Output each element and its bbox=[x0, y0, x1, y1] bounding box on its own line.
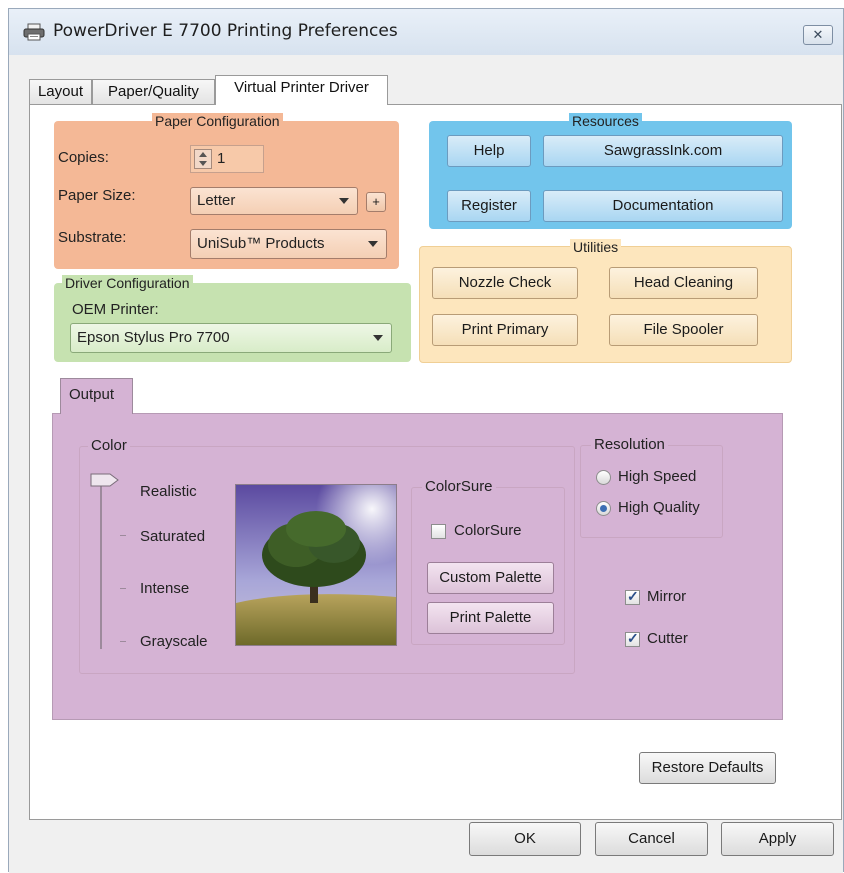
cutter-label[interactable]: Cutter bbox=[647, 630, 688, 647]
color-level-saturated[interactable]: Saturated bbox=[140, 528, 205, 545]
chevron-down-icon bbox=[339, 198, 349, 204]
file-spooler-button[interactable]: File Spooler bbox=[609, 314, 758, 346]
close-icon: ✕ bbox=[812, 27, 824, 42]
tab-label: Output bbox=[69, 386, 115, 403]
color-level-realistic[interactable]: Realistic bbox=[140, 483, 197, 500]
cancel-button[interactable]: Cancel bbox=[595, 822, 708, 856]
window-title: PowerDriver E 7700 Printing Preferences bbox=[53, 21, 398, 41]
tab-label: Virtual Printer Driver bbox=[234, 79, 369, 96]
apply-button[interactable]: Apply bbox=[721, 822, 834, 856]
substrate-label: Substrate: bbox=[58, 229, 127, 246]
dialog-body: Layout Paper/Quality Virtual Printer Dri… bbox=[9, 55, 843, 873]
documentation-button[interactable]: Documentation bbox=[543, 190, 783, 222]
cutter-checkbox[interactable]: ✓ bbox=[625, 630, 640, 647]
colorsure-group: ColorSure ColorSure Custom Palette Print… bbox=[411, 478, 565, 645]
mirror-label[interactable]: Mirror bbox=[647, 588, 686, 605]
radio-high-speed[interactable] bbox=[596, 470, 611, 485]
utilities-title: Utilities bbox=[570, 239, 622, 255]
slider-tick bbox=[120, 535, 126, 536]
color-slider-thumb[interactable] bbox=[90, 471, 120, 489]
tab-label: Paper/Quality bbox=[108, 83, 199, 100]
oem-printer-value: Epson Stylus Pro 7700 bbox=[77, 329, 230, 346]
paper-size-label: Paper Size: bbox=[58, 187, 136, 204]
radio-high-quality-label[interactable]: High Quality bbox=[618, 499, 700, 516]
resources-panel: Resources Help SawgrassInk.com Register … bbox=[429, 113, 792, 229]
head-cleaning-button[interactable]: Head Cleaning bbox=[609, 267, 758, 299]
color-preview-image bbox=[235, 484, 397, 646]
oem-printer-label: OEM Printer: bbox=[72, 301, 159, 318]
sawgrassink-button[interactable]: SawgrassInk.com bbox=[543, 135, 783, 167]
colorsure-checkbox[interactable] bbox=[431, 524, 446, 539]
check-icon: ✓ bbox=[627, 630, 639, 646]
resolution-group: Resolution High Speed High Quality bbox=[580, 436, 723, 538]
oem-printer-dropdown[interactable]: Epson Stylus Pro 7700 bbox=[70, 323, 392, 353]
tab-page: Paper Configuration Copies: 1 Paper Size… bbox=[29, 104, 842, 820]
tab-label: Layout bbox=[37, 83, 84, 100]
paper-size-dropdown[interactable]: Letter bbox=[190, 187, 358, 215]
restore-defaults-button[interactable]: Restore Defaults bbox=[639, 752, 776, 784]
printing-preferences-window: PowerDriver E 7700 Printing Preferences … bbox=[8, 8, 844, 873]
resources-title: Resources bbox=[569, 113, 642, 129]
radio-selected-dot bbox=[600, 505, 607, 512]
tab-output[interactable]: Output bbox=[60, 378, 133, 414]
help-button[interactable]: Help bbox=[447, 135, 531, 167]
color-slider-track[interactable] bbox=[100, 481, 102, 649]
radio-high-quality[interactable] bbox=[596, 501, 611, 516]
paper-size-value: Letter bbox=[197, 192, 236, 209]
tab-layout[interactable]: Layout bbox=[29, 79, 92, 105]
output-panel: Color Realistic Saturated Intense Graysc… bbox=[52, 413, 783, 720]
driver-configuration-title: Driver Configuration bbox=[62, 275, 193, 291]
driver-configuration-panel: Driver Configuration OEM Printer: Epson … bbox=[54, 275, 411, 362]
color-level-grayscale[interactable]: Grayscale bbox=[140, 633, 208, 650]
add-paper-size-button[interactable]: + bbox=[366, 192, 386, 212]
copies-spinner[interactable]: 1 bbox=[190, 145, 264, 173]
printer-icon bbox=[23, 23, 45, 41]
title-bar: PowerDriver E 7700 Printing Preferences … bbox=[9, 9, 843, 55]
down-arrow-icon[interactable] bbox=[199, 161, 207, 166]
register-button[interactable]: Register bbox=[447, 190, 531, 222]
color-group-title: Color bbox=[88, 437, 130, 454]
copies-value: 1 bbox=[217, 150, 226, 167]
paper-configuration-title: Paper Configuration bbox=[152, 113, 283, 129]
copies-label: Copies: bbox=[58, 149, 109, 166]
close-button[interactable]: ✕ bbox=[803, 25, 833, 45]
paper-configuration-panel: Paper Configuration Copies: 1 Paper Size… bbox=[54, 113, 399, 269]
color-level-intense[interactable]: Intense bbox=[140, 580, 189, 597]
custom-palette-button[interactable]: Custom Palette bbox=[427, 562, 554, 594]
tab-paper-quality[interactable]: Paper/Quality bbox=[92, 79, 215, 105]
ok-button[interactable]: OK bbox=[469, 822, 581, 856]
print-palette-button[interactable]: Print Palette bbox=[427, 602, 554, 634]
colorsure-checkbox-label[interactable]: ColorSure bbox=[454, 522, 522, 539]
print-primary-button[interactable]: Print Primary bbox=[432, 314, 578, 346]
radio-high-speed-label[interactable]: High Speed bbox=[618, 468, 696, 485]
color-group: Color Realistic Saturated Intense Graysc… bbox=[79, 437, 575, 674]
substrate-value: UniSub™ Products bbox=[197, 235, 325, 252]
copies-stepper[interactable] bbox=[194, 149, 212, 169]
chevron-down-icon bbox=[368, 241, 378, 247]
tab-virtual-printer-driver[interactable]: Virtual Printer Driver bbox=[215, 75, 388, 105]
up-arrow-icon[interactable] bbox=[199, 152, 207, 157]
slider-tick bbox=[120, 641, 126, 642]
check-icon: ✓ bbox=[627, 588, 639, 604]
utilities-panel: Utilities Nozzle Check Head Cleaning Pri… bbox=[419, 239, 792, 363]
mirror-checkbox[interactable]: ✓ bbox=[625, 588, 640, 605]
slider-tick bbox=[120, 588, 126, 589]
chevron-down-icon bbox=[373, 335, 383, 341]
resolution-group-title: Resolution bbox=[591, 436, 668, 453]
substrate-dropdown[interactable]: UniSub™ Products bbox=[190, 229, 387, 259]
nozzle-check-button[interactable]: Nozzle Check bbox=[432, 267, 578, 299]
colorsure-group-title: ColorSure bbox=[422, 478, 496, 495]
